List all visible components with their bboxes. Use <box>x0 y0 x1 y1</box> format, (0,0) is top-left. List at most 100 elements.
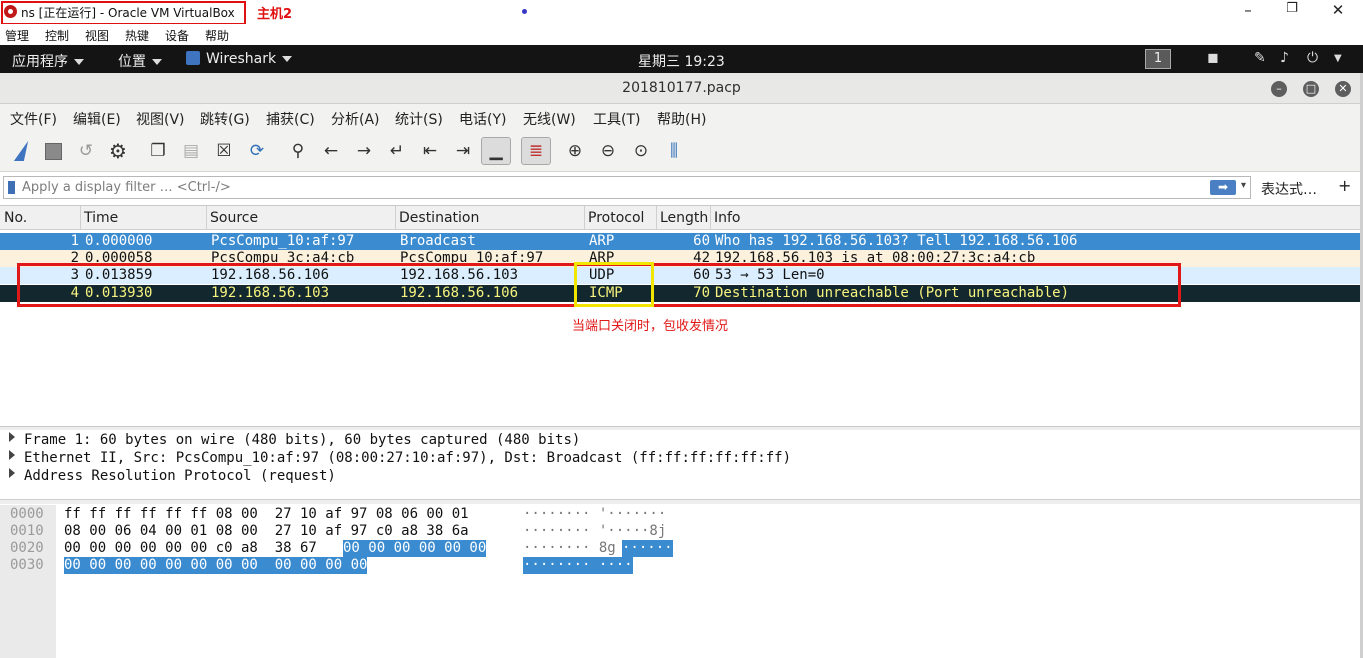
column-time[interactable]: Time <box>84 210 118 234</box>
column-protocol[interactable]: Protocol <box>588 210 644 234</box>
expand-arrow-icon[interactable] <box>9 450 15 460</box>
close-icon[interactable]: ✕ <box>1335 81 1351 97</box>
expression-button[interactable]: 表达式… <box>1261 179 1317 199</box>
vbox-menu-help[interactable]: 帮助 <box>205 27 229 44</box>
go-forward-icon[interactable]: → <box>350 137 378 165</box>
screen: ns [正在运行] - Oracle VM VirtualBox 主机2 – ❐… <box>0 0 1363 658</box>
workspace-indicator[interactable]: 1 <box>1145 49 1171 69</box>
start-capture-icon[interactable] <box>7 137 35 165</box>
column-info[interactable]: Info <box>714 210 741 234</box>
stop-capture-icon[interactable] <box>39 137 67 165</box>
maximize-icon[interactable]: ❐ <box>1281 1 1303 16</box>
maximize-icon[interactable]: □ <box>1303 81 1319 97</box>
zoom-out-icon[interactable]: ⊖ <box>594 137 622 165</box>
chevron-down-icon <box>282 56 293 62</box>
annotation-highlight-yellow <box>574 262 654 307</box>
detail-item-frame[interactable]: Frame 1: 60 bytes on wire (480 bits), 60… <box>0 431 1360 449</box>
find-packet-icon[interactable]: ⚲ <box>284 137 312 165</box>
zoom-normal-icon[interactable]: ⊙ <box>627 137 655 165</box>
save-file-icon[interactable]: ▤ <box>177 137 205 165</box>
bytes-hex: 08 00 06 04 00 01 08 00 27 10 af 97 c0 a… <box>64 523 469 539</box>
packet-length: 60 <box>693 233 710 249</box>
packet-source: PcsCompu_10:af:97 <box>211 233 355 249</box>
bytes-hex-selected: 00 00 00 00 00 00 00 00 00 00 00 00 <box>64 557 368 574</box>
expand-arrow-icon[interactable] <box>9 432 15 442</box>
vbox-menu-devices[interactable]: 设备 <box>165 27 189 44</box>
menu-statistics[interactable]: 统计(S) <box>395 109 443 129</box>
detail-item-arp[interactable]: Address Resolution Protocol (request) <box>0 467 1360 485</box>
menu-wireless[interactable]: 无线(W) <box>523 109 576 129</box>
chevron-down-icon <box>74 59 84 65</box>
chevron-down-icon[interactable]: ▼ <box>1334 53 1342 64</box>
menu-view[interactable]: 视图(V) <box>136 109 185 129</box>
vbox-menu-view[interactable]: 视图 <box>85 27 109 44</box>
resize-columns-icon[interactable]: ⫼ <box>660 137 688 165</box>
menu-tools[interactable]: 工具(T) <box>593 109 640 129</box>
packet-row[interactable]: 1 0.000000 PcsCompu_10:af:97 Broadcast A… <box>0 233 1360 250</box>
virtualbox-menubar: 管理 控制 视图 热键 设备 帮助 <box>0 24 1363 44</box>
volume-icon[interactable]: ♪ <box>1280 50 1289 66</box>
first-packet-icon[interactable]: ⇤ <box>416 137 444 165</box>
go-back-icon[interactable]: ← <box>317 137 345 165</box>
open-file-icon[interactable]: ❐ <box>144 137 172 165</box>
virtualbox-icon <box>4 5 17 18</box>
wireshark-titlebar: 201810177.pacp – □ ✕ <box>0 73 1363 104</box>
last-packet-icon[interactable]: ⇥ <box>449 137 477 165</box>
applications-menu[interactable]: 应用程序 <box>12 51 84 71</box>
close-file-icon[interactable]: ☒ <box>210 137 238 165</box>
power-icon[interactable]: ⏻ <box>1307 50 1318 66</box>
menu-go[interactable]: 跳转(G) <box>200 109 250 129</box>
places-menu[interactable]: 位置 <box>118 51 162 71</box>
add-filter-button[interactable]: + <box>1338 176 1351 195</box>
pane-splitter[interactable] <box>0 500 1360 504</box>
bytes-row[interactable]: 0020 00 00 00 00 00 00 c0 a8 38 67 00 00… <box>0 540 673 557</box>
autoscroll-icon[interactable]: ▁ <box>481 137 511 165</box>
bytes-offset: 0030 <box>10 557 44 573</box>
camera-icon[interactable]: ◼ <box>1207 50 1219 66</box>
clock[interactable]: 星期三 19:23 <box>638 51 725 71</box>
reload-file-icon[interactable]: ⟳ <box>243 137 271 165</box>
pen-icon[interactable]: ✎ <box>1254 50 1266 66</box>
bytes-hex: 00 00 00 00 00 00 c0 a8 38 67 <box>64 540 326 556</box>
column-length[interactable]: Length <box>660 210 708 234</box>
minimize-icon[interactable]: – <box>1237 1 1259 19</box>
colorize-icon[interactable]: ≣ <box>521 137 551 165</box>
capture-options-icon[interactable]: ⚙ <box>104 137 132 165</box>
minimize-icon[interactable]: – <box>1271 81 1287 97</box>
bytes-row[interactable]: 0010 08 00 06 04 00 01 08 00 27 10 af 97… <box>0 523 666 540</box>
close-icon[interactable]: ✕ <box>1327 1 1349 19</box>
menu-file[interactable]: 文件(F) <box>10 109 57 129</box>
column-source[interactable]: Source <box>210 210 258 234</box>
go-to-packet-icon[interactable]: ↵ <box>383 137 411 165</box>
vbox-menu-control[interactable]: 控制 <box>45 27 69 44</box>
bytes-offset: 0010 <box>10 523 44 539</box>
menu-capture[interactable]: 捕获(C) <box>266 109 315 129</box>
display-filter-bar: ➡ ▾ <box>3 176 1251 199</box>
bookmark-icon[interactable] <box>8 181 15 194</box>
vbox-menu-hotkey[interactable]: 热键 <box>125 27 149 44</box>
packet-destination: Broadcast <box>400 233 476 249</box>
apply-filter-button[interactable]: ➡ <box>1210 180 1236 195</box>
column-destination[interactable]: Destination <box>399 210 479 234</box>
bytes-row[interactable]: 0000 ff ff ff ff ff ff 08 00 27 10 af 97… <box>0 506 666 523</box>
expand-arrow-icon[interactable] <box>9 468 15 478</box>
packet-details: Frame 1: 60 bytes on wire (480 bits), 60… <box>0 430 1360 500</box>
menu-edit[interactable]: 编辑(E) <box>73 109 121 129</box>
packet-info: Who has 192.168.56.103? Tell 192.168.56.… <box>715 233 1078 249</box>
app-menu-wireshark[interactable]: Wireshark <box>186 51 293 67</box>
column-no[interactable]: No. <box>4 210 27 234</box>
menu-telephony[interactable]: 电话(Y) <box>459 109 506 129</box>
packet-protocol: ARP <box>589 233 615 249</box>
vbox-menu-manage[interactable]: 管理 <box>5 27 29 44</box>
menu-analyze[interactable]: 分析(A) <box>331 109 380 129</box>
restart-capture-icon[interactable]: ↺ <box>72 137 100 165</box>
menu-help[interactable]: 帮助(H) <box>657 109 706 129</box>
bytes-offset: 0000 <box>10 506 44 522</box>
bytes-row[interactable]: 0030 00 00 00 00 00 00 00 00 00 00 00 00… <box>0 557 633 574</box>
main-toolbar: ↺ ⚙ ❐ ▤ ☒ ⟳ ⚲ ← → ↵ ⇤ ⇥ ▁ ≣ ⊕ ⊖ ⊙ ⫼ <box>0 131 1363 172</box>
packet-time: 0.000000 <box>85 233 153 249</box>
detail-item-ethernet[interactable]: Ethernet II, Src: PcsCompu_10:af:97 (08:… <box>0 449 1360 467</box>
display-filter-input[interactable] <box>22 178 1202 197</box>
zoom-in-icon[interactable]: ⊕ <box>561 137 589 165</box>
filter-history-dropdown[interactable]: ▾ <box>1241 180 1246 191</box>
